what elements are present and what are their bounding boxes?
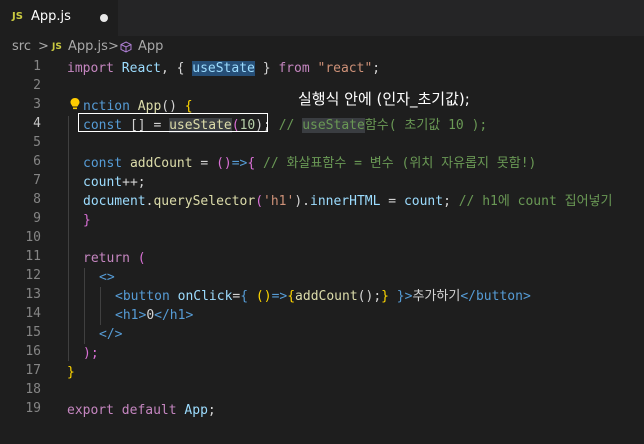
lightbulb-icon[interactable] xyxy=(69,97,81,111)
code-line: document.querySelector('h1').innerHTML =… xyxy=(83,194,613,209)
code-line: count++; xyxy=(83,175,146,190)
tab-app-js[interactable]: JS App.js xyxy=(0,0,118,36)
breadcrumb: src > JS App.js > App xyxy=(0,36,644,58)
code-line: <> xyxy=(99,270,115,285)
breadcrumb-folder[interactable]: src xyxy=(12,39,31,54)
line-number: 6 xyxy=(33,154,41,169)
code-line: return ( xyxy=(83,251,146,266)
chevron-right-icon: > xyxy=(38,39,49,54)
unsaved-dot-icon[interactable] xyxy=(100,14,108,22)
symbol-method-icon xyxy=(120,41,132,53)
line-number: 18 xyxy=(25,382,41,397)
line-number: 17 xyxy=(25,363,41,378)
line-number: 11 xyxy=(25,249,41,264)
annotation-note: 실행식 안에 (인자_초기값); xyxy=(298,90,470,108)
tab-bar: JS App.js xyxy=(0,0,644,36)
indent-guide xyxy=(68,116,69,361)
breadcrumb-symbol[interactable]: App xyxy=(138,39,163,54)
code-line: } xyxy=(83,213,91,228)
highlight-box xyxy=(78,113,268,132)
js-file-icon: JS xyxy=(52,42,62,52)
indent-guide xyxy=(100,287,101,325)
line-number: 4 xyxy=(33,116,41,131)
line-number: 16 xyxy=(25,344,41,359)
code-line: import React, { useState } from "react"; xyxy=(67,61,381,76)
breadcrumb-file[interactable]: App.js xyxy=(68,39,108,54)
chevron-right-icon: > xyxy=(108,39,119,54)
line-number: 15 xyxy=(25,325,41,340)
code-line: } xyxy=(67,365,75,380)
line-number: 19 xyxy=(25,401,41,416)
code-line: const addCount = ()=>{ // 화살표함수 = 변수 (위치… xyxy=(83,156,537,171)
line-number: 8 xyxy=(33,192,41,207)
code-line: <h1>0</h1> xyxy=(115,308,194,323)
line-number: 1 xyxy=(33,59,41,74)
line-number: 9 xyxy=(33,211,41,226)
indent-guide xyxy=(84,268,85,344)
line-number: 7 xyxy=(33,173,41,188)
line-number: 14 xyxy=(25,306,41,321)
js-file-icon: JS xyxy=(12,11,23,22)
code-line: export default App; xyxy=(67,403,216,418)
line-number: 10 xyxy=(25,230,41,245)
code-line: ); xyxy=(83,346,99,361)
line-number: 13 xyxy=(25,287,41,302)
line-number: 2 xyxy=(33,78,41,93)
code-line: <button onClick={ ()=>{addCount();} }>추가… xyxy=(115,289,531,304)
line-number: 12 xyxy=(25,268,41,283)
code-line: </> xyxy=(99,327,123,342)
line-number: 3 xyxy=(33,97,41,112)
tab-label: App.js xyxy=(31,9,71,24)
line-number: 5 xyxy=(33,135,41,150)
